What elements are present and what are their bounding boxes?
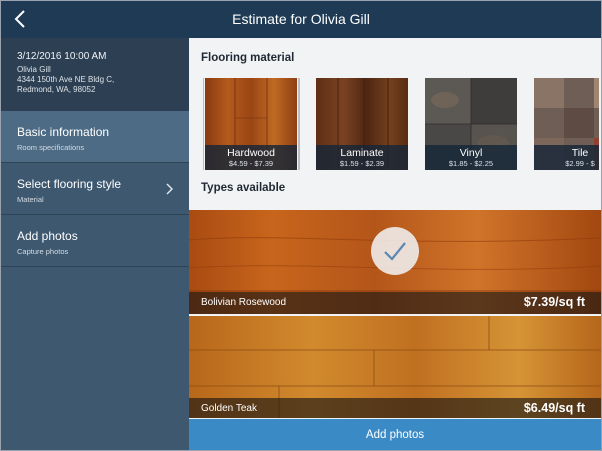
type-price: $7.39/sq ft [523,295,585,309]
material-caption: Laminate $1.59 - $2.39 [316,145,408,170]
address-line-1: 4344 150th Ave NE Bldg C, [17,75,115,84]
material-name: Laminate [340,147,384,159]
checkmark-icon [384,242,406,261]
type-bolivian-rosewood[interactable]: Bolivian Rosewood $7.39/sq ft [189,210,601,314]
nav-title: Add photos [17,229,78,243]
material-caption: Tile $2.99 - $ [534,145,599,170]
material-card-vinyl[interactable]: Vinyl $1.85 - $2.25 [425,78,517,170]
nav-title: Select flooring style [17,177,122,191]
nav-select-flooring-style[interactable]: Select flooring style Material [1,163,189,215]
types-available-title: Types available [201,182,286,194]
nav-subtitle: Room specifications [17,143,85,152]
top-header: Estimate for Olivia Gill [1,1,601,38]
page-title: Estimate for Olivia Gill [232,11,370,27]
sidebar: 3/12/2016 10:00 AM Olivia Gill 4344 150t… [1,38,189,450]
material-name: Hardwood [227,147,275,159]
chevron-right-icon [166,183,173,195]
type-bar: Bolivian Rosewood $7.39/sq ft [189,292,601,314]
material-card-laminate[interactable]: Laminate $1.59 - $2.39 [316,78,408,170]
nav-basic-information[interactable]: Basic information Room specifications [1,111,189,163]
customer-name: Olivia Gill [17,65,51,74]
appointment-datetime: 3/12/2016 10:00 AM [17,51,107,62]
material-caption: Hardwood $4.59 - $7.39 [205,145,297,170]
material-price-range: $1.85 - $2.25 [448,159,494,168]
customer-info: 3/12/2016 10:00 AM Olivia Gill 4344 150t… [1,38,189,111]
nav-title: Basic information [17,125,110,139]
nav-subtitle: Material [17,195,44,204]
type-name: Bolivian Rosewood [201,297,287,308]
add-photos-button[interactable]: Add photos [189,419,601,450]
material-caption: Vinyl $1.85 - $2.25 [425,145,517,170]
material-name: Tile [571,147,589,159]
type-name: Golden Teak [201,403,257,414]
nav-subtitle: Capture photos [17,247,69,256]
material-card-hardwood[interactable]: Hardwood $4.59 - $7.39 [203,78,300,170]
material-card-tile[interactable]: Tile $2.99 - $ [534,78,599,170]
material-name: Vinyl [459,147,483,159]
material-price-range: $2.99 - $ [565,159,595,168]
material-price-range: $1.59 - $2.39 [339,159,385,168]
main-panel: Flooring material Hardwood $4.59 - $7.39 [189,38,601,450]
material-carousel[interactable]: Hardwood $4.59 - $7.39 Laminate $1.59 - … [203,78,599,170]
type-golden-teak[interactable]: Golden Teak $6.49/sq ft [189,316,601,418]
type-price: $6.49/sq ft [523,401,585,415]
type-bar: Golden Teak $6.49/sq ft [189,398,601,418]
types-list: Bolivian Rosewood $7.39/sq ft Golden Tea… [189,210,601,418]
app-window: Estimate for Olivia Gill 3/12/2016 10:00… [0,0,602,451]
address-line-2: Redmond, WA, 98052 [17,85,96,94]
nav-add-photos[interactable]: Add photos Capture photos [1,215,189,267]
selected-check [371,227,419,275]
material-price-range: $4.59 - $7.39 [228,159,274,168]
flooring-material-title: Flooring material [201,52,295,64]
